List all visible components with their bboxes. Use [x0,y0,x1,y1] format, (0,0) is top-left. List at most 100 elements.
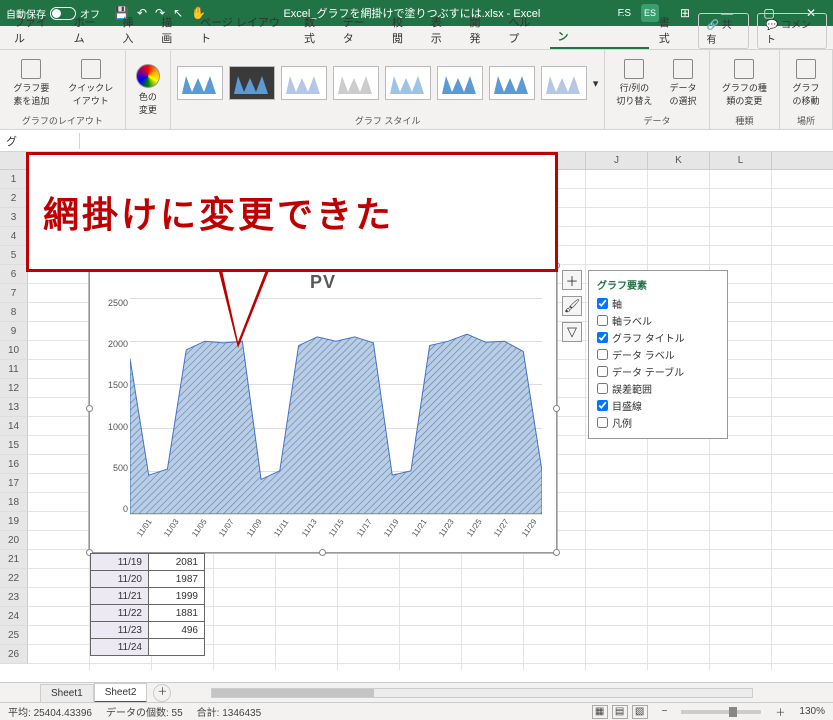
chart-style-8[interactable] [541,66,587,100]
row-10[interactable]: 10 [0,341,28,360]
col-k[interactable]: K [648,152,710,169]
checkbox[interactable] [597,383,608,394]
chart-element-option[interactable]: 凡例 [597,415,719,430]
checkbox[interactable] [597,315,608,326]
row-18[interactable]: 18 [0,493,28,512]
row-24[interactable]: 24 [0,607,28,626]
col-l[interactable]: L [710,152,772,169]
cell-date[interactable]: 11/23 [91,622,149,639]
sheet-data-table[interactable]: 11/19208111/20198711/21199911/22188111/2… [90,553,205,656]
chart-style-6[interactable] [437,66,483,100]
row-4[interactable]: 4 [0,227,28,246]
row-15[interactable]: 15 [0,436,28,455]
tab-format[interactable]: 書式 [651,10,688,49]
row-16[interactable]: 16 [0,455,28,474]
switch-row-column-button[interactable]: 行/列の切り替え [611,57,657,109]
chart-style-7[interactable] [489,66,535,100]
cell-pv[interactable]: 1987 [149,571,205,588]
page-layout-view-icon[interactable]: ▤ [612,705,628,719]
tab-draw[interactable]: 描画 [153,10,190,49]
cell-pv[interactable]: 1999 [149,588,205,605]
row-25[interactable]: 25 [0,626,28,645]
change-colors-button[interactable]: 色の変更 [132,62,164,118]
chart-element-option[interactable]: 目盛線 [597,398,719,413]
chart-style-4[interactable] [333,66,379,100]
row-21[interactable]: 21 [0,550,28,569]
plot-area[interactable]: 25002000150010005000 11/0111/0311/0511/0… [130,298,542,514]
row-14[interactable]: 14 [0,417,28,436]
row-22[interactable]: 22 [0,569,28,588]
chart-object[interactable]: PV 25002000150010005000 11/0111/0311/051… [89,265,557,553]
cell-date[interactable]: 11/21 [91,588,149,605]
row-23[interactable]: 23 [0,588,28,607]
chart-style-more-icon[interactable]: ▾ [593,77,599,90]
add-sheet-button[interactable]: ＋ [153,684,171,702]
tab-chart-design[interactable]: グラフのデザイン [550,8,649,49]
name-box[interactable]: グ [0,133,80,149]
sheet-tab-2[interactable]: Sheet2 [94,683,148,703]
checkbox[interactable] [597,349,608,360]
cell-pv[interactable]: 1881 [149,605,205,622]
add-chart-element-button[interactable]: グラフ要素を追加 [6,57,57,109]
tab-data[interactable]: データ [335,10,382,49]
chart-style-1[interactable] [177,66,223,100]
row-2[interactable]: 2 [0,189,28,208]
chart-elements-button[interactable]: ＋ [562,270,582,290]
row-1[interactable]: 1 [0,170,28,189]
page-break-view-icon[interactable]: ▧ [632,705,648,719]
tab-review[interactable]: 校閲 [384,10,421,49]
chart-style-3[interactable] [281,66,327,100]
row-7[interactable]: 7 [0,284,28,303]
horizontal-scrollbar[interactable] [211,688,753,698]
chart-element-option[interactable]: データ ラベル [597,347,719,362]
chart-element-option[interactable]: 軸ラベル [597,313,719,328]
select-data-button[interactable]: データの選択 [663,57,702,109]
tab-formulas[interactable]: 数式 [296,10,333,49]
cell-date[interactable]: 11/22 [91,605,149,622]
row-17[interactable]: 17 [0,474,28,493]
row-8[interactable]: 8 [0,303,28,322]
row-5[interactable]: 5 [0,246,28,265]
zoom-out-button[interactable]: − [662,706,668,717]
zoom-slider[interactable] [681,710,761,714]
row-20[interactable]: 20 [0,531,28,550]
select-all-corner[interactable] [0,152,28,169]
chart-style-5[interactable] [385,66,431,100]
comments-button[interactable]: 💬 コメント [757,13,827,49]
row-6[interactable]: 6 [0,265,28,284]
row-19[interactable]: 19 [0,512,28,531]
row-11[interactable]: 11 [0,360,28,379]
chart-element-option[interactable]: グラフ タイトル [597,330,719,345]
chart-style-2[interactable] [229,66,275,100]
cell-date[interactable]: 11/24 [91,639,149,656]
col-j[interactable]: J [586,152,648,169]
change-chart-type-button[interactable]: グラフの種類の変更 [716,57,773,109]
row-3[interactable]: 3 [0,208,28,227]
cell-date[interactable]: 11/19 [91,554,149,571]
checkbox[interactable] [597,366,608,377]
zoom-in-button[interactable]: ＋ [775,704,785,719]
chart-styles-button[interactable]: 🖌 [562,296,582,316]
tab-page-layout[interactable]: ページ レイアウト [192,10,294,49]
tab-help[interactable]: ヘルプ [500,10,547,49]
row-13[interactable]: 13 [0,398,28,417]
chart-filters-button[interactable]: ▽ [562,322,582,342]
chart-element-option[interactable]: データ テーブル [597,364,719,379]
checkbox[interactable] [597,298,608,309]
zoom-level[interactable]: 130% [799,706,825,717]
row-26[interactable]: 26 [0,645,28,664]
checkbox[interactable] [597,332,608,343]
chart-element-option[interactable]: 軸 [597,296,719,311]
sheet-tab-1[interactable]: Sheet1 [40,684,94,702]
move-chart-button[interactable]: グラフの移動 [786,57,826,109]
tab-insert[interactable]: 挿入 [114,10,151,49]
cell-pv[interactable] [149,639,205,656]
checkbox[interactable] [597,417,608,428]
tab-developer[interactable]: 開発 [462,10,499,49]
cell-pv[interactable]: 2081 [149,554,205,571]
normal-view-icon[interactable]: ▦ [592,705,608,719]
tab-view[interactable]: 表示 [423,10,460,49]
checkbox[interactable] [597,400,608,411]
cell-pv[interactable]: 496 [149,622,205,639]
share-button[interactable]: 🔗 共有 [698,13,749,49]
